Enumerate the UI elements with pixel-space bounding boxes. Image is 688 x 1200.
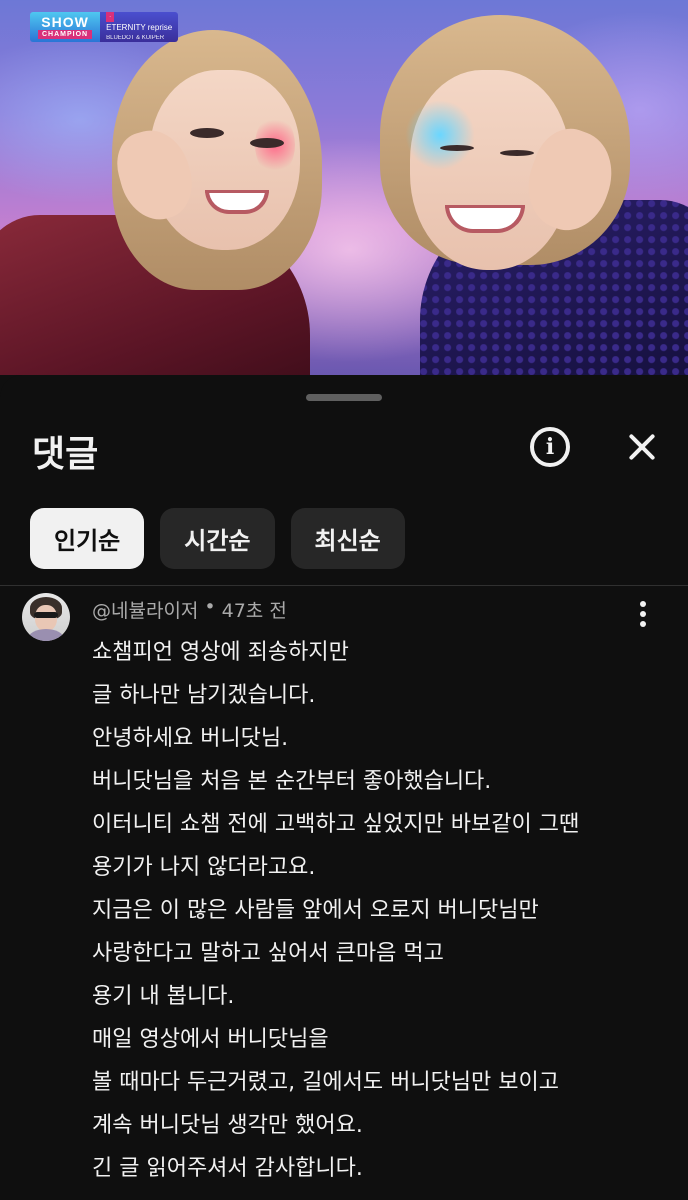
- close-icon[interactable]: [620, 425, 664, 469]
- song-artist: BLUEDOT & KUIPER: [106, 34, 165, 41]
- logo-subtitle: CHAMPION: [38, 30, 93, 39]
- info-button[interactable]: i: [528, 425, 572, 469]
- dot: [640, 601, 646, 607]
- comment-line: 긴 글 읽어주셔서 감사합니다.: [92, 1156, 363, 1181]
- dot: [640, 611, 646, 617]
- comment-line: 용기가 나지 않더라고요.: [92, 855, 316, 880]
- channel-logo: SHOW CHAMPION · ETERNITY reprise BLUEDOT…: [30, 11, 179, 42]
- comment-line: 버니닷님을 처음 본 순간부터 좋아했습니다.: [92, 769, 492, 794]
- comment-line: 쇼챔피언 영상에 죄송하지만: [92, 640, 349, 665]
- comment-line: 계속 버니닷님 생각만 했어요.: [92, 1113, 363, 1138]
- right-performer-eye: [440, 145, 474, 151]
- video-player[interactable]: SHOW CHAMPION · ETERNITY reprise BLUEDOT…: [0, 0, 688, 375]
- avatar-body: [28, 629, 64, 641]
- song-info: · ETERNITY reprise BLUEDOT & KUIPER: [100, 11, 179, 42]
- comment-line: 안녕하세요 버니닷님.: [92, 726, 289, 751]
- chip-by-time[interactable]: 시간순: [160, 508, 275, 569]
- comment-line: 지금은 이 많은 사람들 앞에서 오로지 버니닷님만: [92, 898, 539, 923]
- info-icon: i: [530, 427, 570, 467]
- comment-author[interactable]: @네뷸라이저: [92, 596, 198, 623]
- right-performer-eye: [500, 150, 534, 156]
- comment-line: 볼 때마다 두근거렸고, 길에서도 버니닷님만 보이고: [92, 1070, 560, 1095]
- drag-handle[interactable]: [306, 394, 382, 401]
- comment-body: 쇼챔피언 영상에 죄송하지만 글 하나만 남기겠습니다. 안녕하세요 버니닷님.…: [92, 631, 662, 1190]
- avatar-face: [35, 605, 57, 631]
- song-tag: ·: [106, 11, 115, 22]
- chip-popular[interactable]: 인기순: [30, 508, 145, 569]
- left-performer-eye: [190, 128, 224, 138]
- more-vert-icon[interactable]: [628, 599, 658, 629]
- comment-line: 사랑한다고 말하고 싶어서 큰마음 먹고: [92, 941, 444, 966]
- logo-title: SHOW: [41, 14, 89, 30]
- comment-line: 용기 내 봅니다.: [92, 984, 235, 1009]
- avatar-sunglasses: [34, 612, 58, 618]
- avatar[interactable]: [22, 593, 70, 641]
- left-performer-eye: [250, 138, 284, 148]
- song-title: ETERNITY reprise: [106, 22, 173, 32]
- meta-separator: •: [204, 596, 216, 618]
- chip-newest[interactable]: 최신순: [290, 508, 405, 569]
- comments-sheet: 댓글 i 인기순 시간순 최신순 @네뷸라이저 • 47초 전 쇼챔피언 영상에…: [0, 375, 688, 1200]
- face-paint: [405, 100, 475, 170]
- show-champion-logo: SHOW CHAMPION: [30, 12, 101, 42]
- comment-meta: @네뷸라이저 • 47초 전: [92, 596, 287, 623]
- comments-title: 댓글: [32, 434, 99, 475]
- comment-time: 47초 전: [221, 600, 287, 622]
- divider: [0, 585, 688, 586]
- dot: [640, 621, 646, 627]
- comment-line: 이터니티 쇼챔 전에 고백하고 싶었지만 바보같이 그땐: [92, 812, 580, 837]
- comment-line: 매일 영상에서 버니닷님을: [92, 1027, 329, 1052]
- comment-line: 글 하나만 남기겠습니다.: [92, 683, 316, 708]
- sort-chips: 인기순 시간순 최신순: [30, 508, 405, 569]
